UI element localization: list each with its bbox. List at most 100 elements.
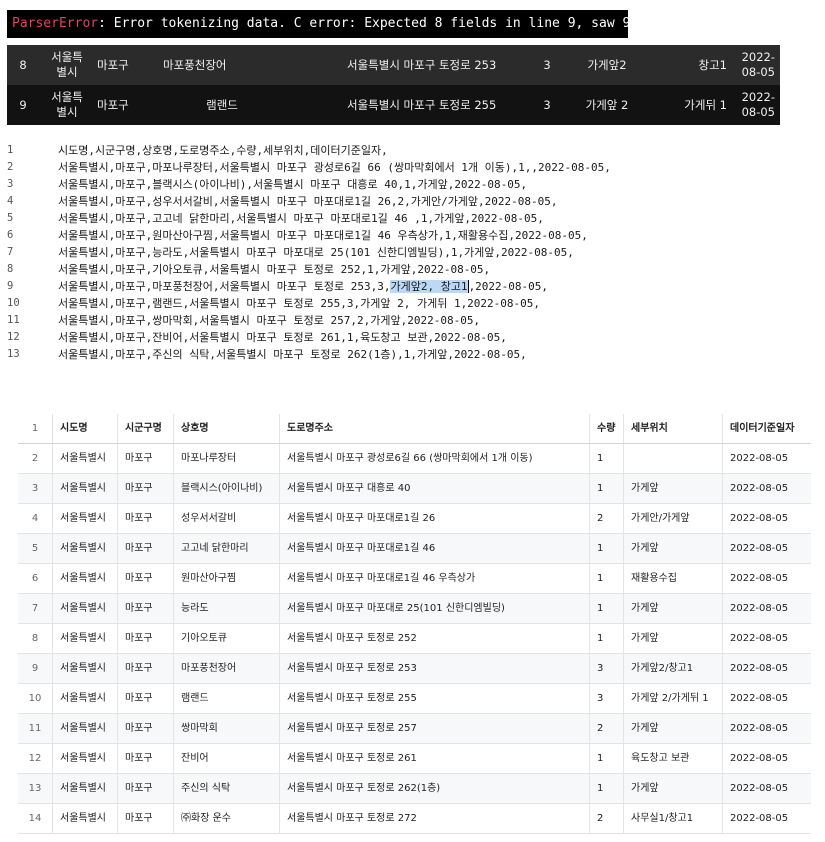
cell-store-name[interactable]: 성우서서갈비 xyxy=(173,504,279,533)
cell-date[interactable]: 2022-08-05 xyxy=(722,444,811,473)
cell-quantity[interactable]: 2 xyxy=(589,504,623,533)
cell-address[interactable]: 서울특별시 마포구 마포대로1길 46 우측상가 xyxy=(279,564,589,593)
cell-sido[interactable]: 서울특별시 xyxy=(52,654,117,683)
cell-sigungu[interactable]: 마포구 xyxy=(117,804,173,833)
csv-line[interactable]: 2 서울특별시,마포구,마포나루장터,서울특별시 마포구 광성로6길 66 (쌍마… xyxy=(7,159,817,176)
cell-store-name[interactable]: 쌍마막회 xyxy=(173,714,279,743)
cell-sigungu[interactable]: 마포구 xyxy=(117,654,173,683)
cell-quantity[interactable]: 1 xyxy=(589,444,623,473)
cell-location[interactable] xyxy=(623,444,722,473)
cell-sido[interactable]: 서울특별시 xyxy=(52,564,117,593)
cell-store-name[interactable]: 고고네 닭한마리 xyxy=(173,534,279,563)
cell-address[interactable]: 서울특별시 마포구 마포대로1길 26 xyxy=(279,504,589,533)
cell-location[interactable]: 가게안/가게앞 xyxy=(623,504,722,533)
cell-date[interactable]: 2022-08-05 xyxy=(722,564,811,593)
column-header[interactable]: 상호명 xyxy=(173,414,279,443)
column-header[interactable]: 시도명 xyxy=(52,414,117,443)
line-text[interactable]: 서울특별시,마포구,마포나루장터,서울특별시 마포구 광성로6길 66 (쌍마막… xyxy=(58,159,611,176)
cell-quantity[interactable]: 3 xyxy=(589,684,623,713)
line-text[interactable]: 서울특별시,마포구,성우서서갈비,서울특별시 마포구 마포대로1길 26,2,가… xyxy=(58,193,558,210)
cell-store-name[interactable]: 마포나루장터 xyxy=(173,444,279,473)
cell-address[interactable]: 서울특별시 마포구 토정로 261 xyxy=(279,744,589,773)
csv-line[interactable]: 11 서울특별시,마포구,쌍마막회,서울특별시 마포구 토정로 257,2,가게앞… xyxy=(7,312,817,329)
cell-sigungu[interactable]: 마포구 xyxy=(117,624,173,653)
cell-sido[interactable]: 서울특별시 xyxy=(52,774,117,803)
column-header[interactable]: 수량 xyxy=(589,414,623,443)
cell-quantity[interactable]: 1 xyxy=(589,594,623,623)
cell-sigungu[interactable]: 마포구 xyxy=(117,444,173,473)
cell-store-name[interactable]: 원마산아구찜 xyxy=(173,564,279,593)
cell-address[interactable]: 서울특별시 마포구 토정로 262(1층) xyxy=(279,774,589,803)
cell-sido[interactable]: 서울특별시 xyxy=(52,474,117,503)
cell-location[interactable]: 가게앞2/창고1 xyxy=(623,654,722,683)
cell-sido[interactable]: 서울특별시 xyxy=(52,804,117,833)
cell-sigungu[interactable]: 마포구 xyxy=(117,744,173,773)
cell-address[interactable]: 서울특별시 마포구 대흥로 40 xyxy=(279,474,589,503)
csv-line[interactable]: 6 서울특별시,마포구,원마산아구찜,서울특별시 마포구 마포대로1길 46 우측… xyxy=(7,227,817,244)
cell-sido[interactable]: 서울특별시 xyxy=(52,504,117,533)
line-text[interactable]: 서울특별시,마포구,기아오토큐,서울특별시 마포구 토정로 252,1,가게앞,… xyxy=(58,261,490,278)
column-header[interactable]: 도로명주소 xyxy=(279,414,589,443)
cell-location[interactable]: 사무실1/창고1 xyxy=(623,804,722,833)
cell-date[interactable]: 2022-08-05 xyxy=(722,714,811,743)
cell-quantity[interactable]: 1 xyxy=(589,774,623,803)
line-text[interactable]: 서울특별시,마포구,블랙시스(아이나비),서울특별시 마포구 대흥로 40,1,… xyxy=(58,176,527,193)
cell-store-name[interactable]: 능라도 xyxy=(173,594,279,623)
cell-date[interactable]: 2022-08-05 xyxy=(722,474,811,503)
line-text[interactable]: 서울특별시,마포구,주신의 식탁,서울특별시 마포구 토정로 262(1층),1… xyxy=(58,346,527,363)
cell-address[interactable]: 서울특별시 마포구 마포대로 25(101 신한디엠빌딩) xyxy=(279,594,589,623)
line-text[interactable]: 서울특별시,마포구,능라도,서울특별시 마포구 마포대로 25(101 신한디엠… xyxy=(58,244,574,261)
cell-sigungu[interactable]: 마포구 xyxy=(117,684,173,713)
csv-line[interactable]: 5 서울특별시,마포구,고고네 닭한마리,서울특별시 마포구 마포대로1길 46 … xyxy=(7,210,817,227)
cell-date[interactable]: 2022-08-05 xyxy=(722,654,811,683)
csv-line[interactable]: 3 서울특별시,마포구,블랙시스(아이나비),서울특별시 마포구 대흥로 40,1… xyxy=(7,176,817,193)
cell-store-name[interactable]: 램랜드 xyxy=(173,684,279,713)
cell-quantity[interactable]: 3 xyxy=(589,654,623,683)
cell-store-name[interactable]: 잔비어 xyxy=(173,744,279,773)
cell-sido[interactable]: 서울특별시 xyxy=(52,744,117,773)
csv-line[interactable]: 13 서울특별시,마포구,주신의 식탁,서울특별시 마포구 토정로 262(1층)… xyxy=(7,346,817,363)
cell-sigungu[interactable]: 마포구 xyxy=(117,534,173,563)
csv-line[interactable]: 10 서울특별시,마포구,램랜드,서울특별시 마포구 토정로 255,3,가게앞 … xyxy=(7,295,817,312)
cell-location[interactable]: 가게앞 xyxy=(623,474,722,503)
cell-sido[interactable]: 서울특별시 xyxy=(52,714,117,743)
cell-date[interactable]: 2022-08-05 xyxy=(722,774,811,803)
cell-sigungu[interactable]: 마포구 xyxy=(117,474,173,503)
cell-date[interactable]: 2022-08-05 xyxy=(722,534,811,563)
cell-quantity[interactable]: 1 xyxy=(589,534,623,563)
line-text[interactable]: 서울특별시,마포구,쌍마막회,서울특별시 마포구 토정로 257,2,가게앞,2… xyxy=(58,312,480,329)
cell-address[interactable]: 서울특별시 마포구 토정로 272 xyxy=(279,804,589,833)
cell-location[interactable]: 가게앞 xyxy=(623,594,722,623)
line-text[interactable]: 서울특별시,마포구,잔비어,서울특별시 마포구 토정로 261,1,육도창고 보… xyxy=(58,329,507,346)
column-header[interactable]: 데이터기준일자 xyxy=(722,414,811,443)
cell-address[interactable]: 서울특별시 마포구 토정로 252 xyxy=(279,624,589,653)
cell-address[interactable]: 서울특별시 마포구 토정로 257 xyxy=(279,714,589,743)
cell-sigungu[interactable]: 마포구 xyxy=(117,594,173,623)
csv-line[interactable]: 7 서울특별시,마포구,능라도,서울특별시 마포구 마포대로 25(101 신한디… xyxy=(7,244,817,261)
cell-address[interactable]: 서울특별시 마포구 토정로 255 xyxy=(279,684,589,713)
cell-quantity[interactable]: 1 xyxy=(589,624,623,653)
csv-line[interactable]: 1 시도명,시군구명,상호명,도로명주소,수량,세부위치,데이터기준일자, xyxy=(7,142,817,159)
line-text[interactable]: 서울특별시,마포구,고고네 닭한마리,서울특별시 마포구 마포대로1길 46 ,… xyxy=(58,210,544,227)
selected-text[interactable]: 가게앞2, 창고1 xyxy=(390,280,469,293)
cell-date[interactable]: 2022-08-05 xyxy=(722,594,811,623)
cell-sigungu[interactable]: 마포구 xyxy=(117,714,173,743)
cell-sido[interactable]: 서울특별시 xyxy=(52,624,117,653)
cell-sigungu[interactable]: 마포구 xyxy=(117,774,173,803)
cell-quantity[interactable]: 1 xyxy=(589,744,623,773)
column-header[interactable]: 시군구명 xyxy=(117,414,173,443)
cell-date[interactable]: 2022-08-05 xyxy=(722,504,811,533)
line-text[interactable]: 서울특별시,마포구,원마산아구찜,서울특별시 마포구 마포대로1길 46 우측상… xyxy=(58,227,588,244)
cell-location[interactable]: 가게앞 2/가게뒤 1 xyxy=(623,684,722,713)
cell-store-name[interactable]: 마포풍천장어 xyxy=(173,654,279,683)
cell-quantity[interactable]: 2 xyxy=(589,714,623,743)
cell-store-name[interactable]: 블랙시스(아이나비) xyxy=(173,474,279,503)
line-text[interactable]: 서울특별시,마포구,램랜드,서울특별시 마포구 토정로 255,3,가게앞 2,… xyxy=(58,295,540,312)
csv-line[interactable]: 8 서울특별시,마포구,기아오토큐,서울특별시 마포구 토정로 252,1,가게앞… xyxy=(7,261,817,278)
csv-line[interactable]: 12 서울특별시,마포구,잔비어,서울특별시 마포구 토정로 261,1,육도창고… xyxy=(7,329,817,346)
cell-sido[interactable]: 서울특별시 xyxy=(52,444,117,473)
cell-quantity[interactable]: 1 xyxy=(589,474,623,503)
line-text[interactable]: 서울특별시,마포구,마포풍천장어,서울특별시 마포구 토정로 253,3,가게앞… xyxy=(58,278,548,295)
cell-date[interactable]: 2022-08-05 xyxy=(722,684,811,713)
cell-date[interactable]: 2022-08-05 xyxy=(722,804,811,833)
